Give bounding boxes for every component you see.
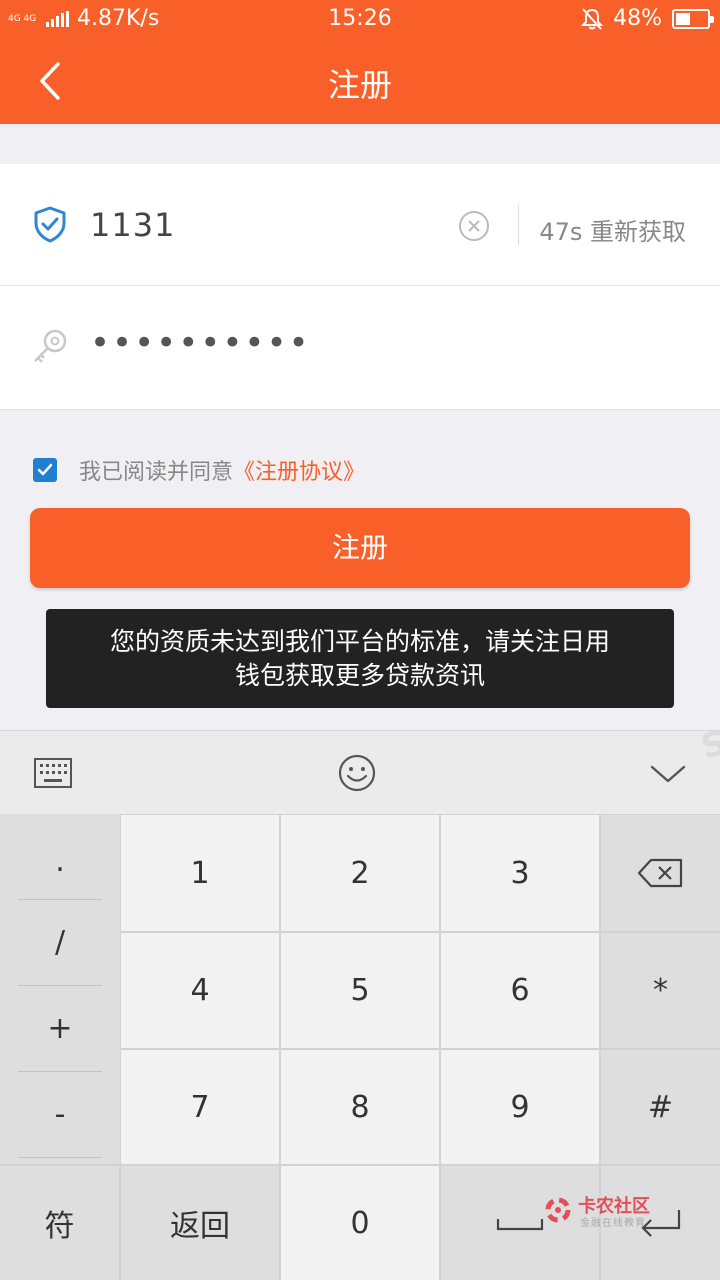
symbol-key[interactable]: + [0, 986, 120, 1071]
space-icon [496, 1219, 544, 1231]
battery-fill [676, 12, 690, 25]
backspace-key[interactable] [601, 815, 720, 931]
battery-percent: 48% [613, 6, 662, 31]
verify-code-input[interactable]: 1131 [90, 206, 175, 244]
backspace-icon [637, 858, 682, 888]
hash-key[interactable]: # [601, 1050, 720, 1164]
key-1[interactable]: 1 [121, 815, 279, 931]
key-6[interactable]: 6 [441, 933, 599, 1048]
key-7[interactable]: 7 [121, 1050, 279, 1164]
symbol-key[interactable]: - [0, 1072, 120, 1157]
toast-line-2: 钱包获取更多贷款资讯 [234, 661, 485, 690]
agreement-text: 我已阅读并同意 [79, 460, 234, 485]
key-4[interactable]: 4 [121, 933, 279, 1048]
register-form: 1131 47s 重新获取 •••••••••• [0, 164, 720, 410]
symbol-key[interactable]: / [0, 900, 120, 985]
collapse-icon[interactable] [646, 751, 690, 795]
key-8[interactable]: 8 [281, 1050, 439, 1164]
kanong-logo-icon [545, 1197, 571, 1223]
check-icon [37, 463, 53, 476]
star-key[interactable]: * [601, 933, 720, 1048]
divider [518, 205, 519, 245]
symbol-column: . / + - [0, 814, 120, 1164]
divider [18, 1157, 102, 1158]
toast-message: 您的资质未达到我们平台的标准，请关注日用 钱包获取更多贷款资讯 [46, 609, 674, 708]
sogou-logo: S [697, 722, 720, 768]
key-5[interactable]: 5 [281, 933, 439, 1048]
return-key[interactable]: 返回 [121, 1166, 279, 1280]
watermark-subtitle: 金融在线教育 [580, 1218, 646, 1229]
battery-icon [672, 8, 714, 29]
agreement-link[interactable]: 《注册协议》 [233, 454, 365, 486]
status-bar: 4G 4G 4.87K/s 15:26 48% [0, 0, 720, 38]
header: 注册 [0, 38, 720, 124]
resend-code-button[interactable]: 47s 重新获取 [539, 212, 686, 247]
symbols-key[interactable]: 符 [0, 1166, 119, 1280]
key-0[interactable]: 0 [281, 1166, 439, 1280]
clear-icon[interactable] [458, 210, 490, 242]
status-right: 48% [581, 6, 714, 31]
bell-muted-icon [581, 7, 604, 30]
page-title: 注册 [327, 66, 392, 104]
register-button[interactable]: 注册 [30, 508, 690, 588]
password-input[interactable]: •••••••••• [90, 323, 311, 363]
key-icon [34, 329, 67, 363]
password-row: •••••••••• [0, 287, 720, 409]
agree-checkbox[interactable] [33, 458, 57, 482]
toast-line-1: 您的资质未达到我们平台的标准，请关注日用 [109, 627, 610, 656]
watermark: 卡农社区 金融在线教育 [540, 1192, 660, 1232]
symbol-key[interactable]: . [0, 824, 120, 899]
keyboard-toolbar: S [0, 723, 720, 814]
key-3[interactable]: 3 [441, 815, 599, 931]
emoji-icon[interactable] [335, 751, 379, 795]
agreement: 我已阅读并同意 《注册协议》 [33, 454, 365, 486]
verify-code-row: 1131 47s 重新获取 [0, 164, 720, 286]
key-2[interactable]: 2 [281, 815, 439, 931]
shield-check-icon [34, 206, 66, 243]
key-9[interactable]: 9 [441, 1050, 599, 1164]
keyboard-icon[interactable] [31, 751, 75, 795]
